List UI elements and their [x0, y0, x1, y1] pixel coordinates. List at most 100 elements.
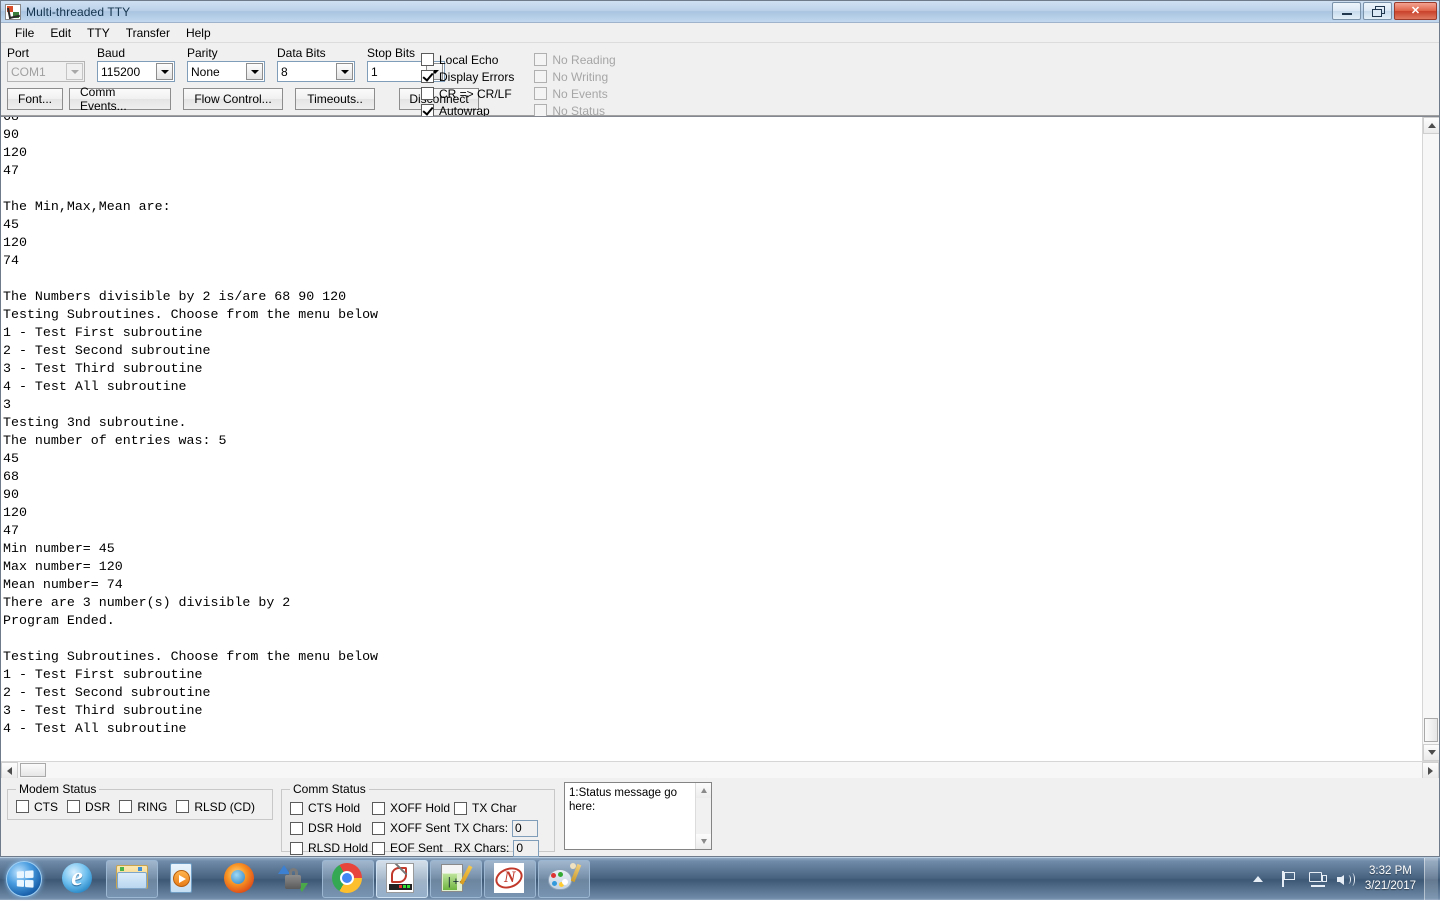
taskbar-item-windows-explorer[interactable]: [106, 860, 158, 898]
scroll-down-button[interactable]: [1423, 744, 1439, 761]
cr-crlf-row[interactable]: CR => CR/LF: [421, 85, 514, 102]
font-button[interactable]: Font...: [7, 88, 63, 110]
parity-field-group: Parity None: [187, 47, 265, 82]
show-hidden-icons-icon[interactable]: [1253, 869, 1273, 889]
display-errors-checkbox[interactable]: [421, 70, 434, 83]
scroll-left-button[interactable]: [1, 762, 18, 779]
rlsd-hold-label: RLSD Hold: [308, 841, 368, 855]
taskbar-item-multi-threaded-tty[interactable]: [376, 860, 428, 898]
rlsd-hold-row[interactable]: RLSD Hold: [290, 838, 372, 858]
windows-logo-icon: [6, 861, 42, 897]
chevron-down-icon[interactable]: [156, 63, 173, 80]
local-echo-row[interactable]: Local Echo: [421, 51, 514, 68]
taskbar-item-internet-explorer[interactable]: [52, 860, 104, 898]
taskbar-item-windows-media-player[interactable]: [160, 860, 212, 898]
tx-char-checkbox[interactable]: [454, 802, 467, 815]
modem-rlsd-checkbox[interactable]: [176, 800, 189, 813]
taskbar-item-firefox[interactable]: [214, 860, 266, 898]
chevron-down-icon[interactable]: [66, 63, 83, 80]
local-echo-checkbox[interactable]: [421, 53, 434, 66]
data-bits-value: 8: [281, 65, 335, 79]
modem-ring-row[interactable]: RING: [119, 798, 167, 815]
cts-hold-label: CTS Hold: [308, 801, 360, 815]
terminal-output-area[interactable]: 68 90 120 47 The Min,Max,Mean are: 45 12…: [1, 116, 1439, 761]
baud-select[interactable]: 115200: [97, 61, 175, 82]
eof-sent-checkbox[interactable]: [372, 842, 385, 855]
vertical-scroll-track[interactable]: [1423, 134, 1439, 744]
dsr-hold-row[interactable]: DSR Hold: [290, 818, 372, 838]
horizontal-scroll-track[interactable]: [18, 762, 1422, 778]
scroll-up-button[interactable]: [1423, 117, 1439, 134]
data-bits-select[interactable]: 8: [277, 61, 355, 82]
status-message-box[interactable]: 1:Status message go here:: [564, 782, 712, 850]
taskbar-item-google-chrome[interactable]: [322, 860, 374, 898]
vertical-scroll-thumb[interactable]: [1424, 718, 1438, 742]
xoff-hold-checkbox[interactable]: [372, 802, 385, 815]
tx-chars-row: TX Chars: 0: [454, 818, 546, 838]
port-value: COM1: [11, 65, 65, 79]
menu-tty[interactable]: TTY: [79, 24, 118, 42]
start-button[interactable]: [2, 860, 46, 898]
network-icon[interactable]: [1309, 869, 1329, 889]
tty-app-icon: [5, 4, 21, 20]
menu-help[interactable]: Help: [178, 24, 219, 42]
no-events-label: No Events: [552, 87, 607, 101]
minimize-button[interactable]: [1332, 2, 1361, 20]
modem-dsr-label: DSR: [85, 800, 110, 814]
cts-hold-row[interactable]: CTS Hold: [290, 798, 372, 818]
modem-dsr-row[interactable]: DSR: [67, 798, 110, 815]
display-errors-row[interactable]: Display Errors: [421, 68, 514, 85]
tx-char-label: TX Char: [472, 801, 517, 815]
modem-cts-row[interactable]: CTS: [16, 798, 58, 815]
parity-select[interactable]: None: [187, 61, 265, 82]
display-errors-label: Display Errors: [439, 70, 514, 84]
taskbar-clock[interactable]: 3:32 PM 3/21/2017: [1365, 864, 1416, 894]
menu-transfer[interactable]: Transfer: [118, 24, 178, 42]
cts-hold-checkbox[interactable]: [290, 802, 303, 815]
timeouts-button[interactable]: Timeouts..: [295, 88, 375, 110]
comm-status-group: Comm Status CTS Hold DSR Hold RLSD Hold: [281, 782, 555, 852]
volume-icon[interactable]: [1337, 869, 1357, 889]
terminal-vertical-scrollbar[interactable]: [1422, 117, 1439, 761]
no-reading-label: No Reading: [552, 53, 615, 67]
action-center-flag-icon[interactable]: [1281, 869, 1301, 889]
modem-rlsd-row[interactable]: RLSD (CD): [176, 798, 255, 815]
xoff-sent-row[interactable]: XOFF Sent: [372, 818, 454, 838]
eof-sent-row[interactable]: EOF Sent: [372, 838, 454, 858]
modem-cts-label: CTS: [34, 800, 58, 814]
rlsd-hold-checkbox[interactable]: [290, 842, 303, 855]
modem-dsr-checkbox[interactable]: [67, 800, 80, 813]
show-desktop-button[interactable]: [1424, 858, 1438, 901]
status-scroll-down-button[interactable]: [696, 834, 711, 849]
status-scroll-up-button[interactable]: [696, 783, 711, 798]
flow-control-button[interactable]: Flow Control...: [183, 88, 283, 110]
menu-file[interactable]: File: [7, 24, 42, 42]
modem-cts-checkbox[interactable]: [16, 800, 29, 813]
dsr-hold-checkbox[interactable]: [290, 822, 303, 835]
taskbar-item-lock-sync-app[interactable]: [268, 860, 320, 898]
xoff-sent-checkbox[interactable]: [372, 822, 385, 835]
port-select[interactable]: COM1: [7, 61, 85, 82]
tx-char-row[interactable]: TX Char: [454, 798, 546, 818]
close-button[interactable]: ✕: [1394, 2, 1437, 20]
modem-ring-checkbox[interactable]: [119, 800, 132, 813]
chevron-down-icon[interactable]: [336, 63, 353, 80]
xoff-hold-row[interactable]: XOFF Hold: [372, 798, 454, 818]
menu-bar: File Edit TTY Transfer Help: [1, 23, 1439, 43]
horizontal-scroll-thumb[interactable]: [20, 763, 46, 777]
menu-edit[interactable]: Edit: [42, 24, 79, 42]
scroll-right-button[interactable]: [1422, 762, 1439, 779]
port-label: Port: [7, 47, 85, 60]
status-message-scrollbar[interactable]: [695, 783, 711, 849]
rx-chars-row: RX Chars: 0: [454, 838, 546, 858]
taskbar-item-cpp-editor[interactable]: |++: [430, 860, 482, 898]
window-title: Multi-threaded TTY: [26, 5, 130, 19]
restore-button[interactable]: [1363, 2, 1392, 20]
comm-events-button[interactable]: Comm Events...: [69, 88, 171, 110]
cr-crlf-checkbox[interactable]: [421, 87, 434, 100]
taskbar-item-netscape[interactable]: N: [484, 860, 536, 898]
terminal-horizontal-scrollbar[interactable]: [1, 761, 1439, 778]
taskbar-item-paint[interactable]: [538, 860, 590, 898]
settings-toolbar: Port COM1 Baud 115200 Parity None: [1, 43, 1439, 116]
chevron-down-icon[interactable]: [246, 63, 263, 80]
